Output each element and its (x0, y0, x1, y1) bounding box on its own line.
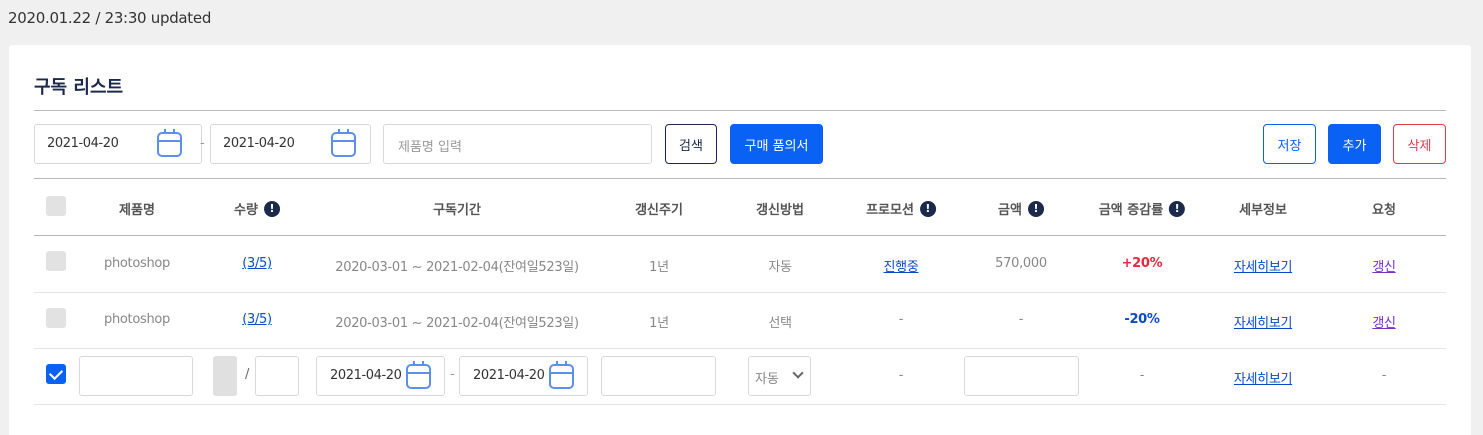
edit-change-rate: - (1139, 368, 1145, 383)
row-details-link[interactable]: 자세히보기 (1234, 256, 1293, 275)
calendar-icon[interactable] (549, 361, 574, 389)
start-date-value: 2021-04-20 (47, 136, 119, 151)
row-product: photoshop (103, 256, 171, 271)
row-details-link[interactable]: 자세히보기 (1234, 312, 1293, 331)
edit-method-select[interactable]: 자동 (748, 356, 811, 396)
row-period: 2020-03-01 ~ 2021-02-04(잔여일523일) (335, 260, 579, 275)
edit-request: - (1381, 368, 1387, 383)
chevron-down-icon (792, 367, 804, 379)
calendar-icon[interactable] (157, 129, 182, 157)
edit-promotion: - (898, 368, 904, 383)
row-renew-link[interactable]: 갱신 (1372, 312, 1396, 331)
search-button[interactable]: 검색 (665, 124, 717, 164)
subscription-card: 구독 리스트 2021-04-20 - 2021-04-20 제품명 입력 검색… (9, 45, 1471, 435)
select-all-checkbox[interactable] (46, 196, 66, 216)
info-icon[interactable]: ! (263, 200, 280, 217)
row-amount: - (1018, 312, 1024, 327)
row-quantity-link[interactable]: (3/5) (242, 312, 272, 327)
col-method: 갱신방법 (756, 203, 804, 218)
purchase-request-button[interactable]: 구매 품의서 (730, 124, 823, 164)
edit-cycle-input[interactable] (601, 356, 716, 396)
delete-button[interactable]: 삭제 (1393, 124, 1446, 164)
col-period: 구독기간 (433, 203, 481, 218)
edit-product-input[interactable] (79, 356, 193, 396)
title-divider (34, 110, 1446, 111)
row-cycle: 1년 (649, 316, 669, 331)
row-promotion: - (898, 312, 904, 327)
calendar-icon[interactable] (331, 129, 356, 157)
row-checkbox[interactable] (46, 308, 66, 328)
end-date-field[interactable]: 2021-04-20 (210, 124, 371, 164)
edit-method-value: 자동 (755, 372, 779, 387)
card-title: 구독 리스트 (34, 77, 124, 98)
row-method: 자동 (768, 260, 792, 275)
col-cycle: 갱신주기 (635, 203, 683, 218)
save-button[interactable]: 저장 (1263, 124, 1316, 164)
row-divider (34, 348, 1446, 349)
product-search-placeholder: 제품명 입력 (398, 140, 462, 155)
start-date-field[interactable]: 2021-04-20 (34, 124, 202, 164)
col-product: 제품명 (119, 203, 155, 218)
edit-quantity-used (213, 356, 237, 396)
header-divider (34, 235, 1446, 236)
edit-details-link[interactable]: 자세히보기 (1234, 368, 1293, 387)
info-icon[interactable]: ! (919, 200, 936, 217)
row-change-rate: +20% (1121, 256, 1163, 271)
edit-row-checkbox[interactable] (46, 364, 66, 384)
col-amount: 금액! (998, 199, 1044, 218)
col-details: 세부정보 (1239, 203, 1287, 218)
product-search-input[interactable]: 제품명 입력 (383, 124, 652, 164)
row-change-rate: -20% (1124, 312, 1160, 327)
info-icon[interactable]: ! (1169, 200, 1186, 217)
row-cycle: 1년 (649, 260, 669, 275)
edit-end-date-field[interactable]: 2021-04-20 (459, 356, 588, 396)
row-divider (34, 292, 1446, 293)
edit-date-separator: - (450, 367, 455, 382)
row-amount: 570,000 (995, 256, 1047, 271)
updated-timestamp: 2020.01.22 / 23:30 updated (8, 9, 212, 27)
row-period: 2020-03-01 ~ 2021-02-04(잔여일523일) (335, 316, 579, 331)
row-divider (34, 404, 1446, 405)
edit-start-date-field[interactable]: 2021-04-20 (316, 356, 445, 396)
add-button[interactable]: 추가 (1328, 124, 1381, 164)
row-quantity-link[interactable]: (3/5) (242, 256, 272, 271)
quantity-slash: / (244, 367, 250, 382)
edit-amount-input[interactable] (964, 356, 1079, 396)
edit-end-date-value: 2021-04-20 (473, 368, 545, 383)
col-request: 요청 (1372, 203, 1396, 218)
col-change-rate: 금액 증감률! (1099, 199, 1186, 218)
date-separator: - (200, 136, 205, 151)
col-promotion: 프로모션! (866, 199, 936, 218)
edit-quantity-total-input[interactable] (255, 356, 299, 396)
edit-start-date-value: 2021-04-20 (330, 368, 402, 383)
info-icon[interactable]: ! (1027, 200, 1044, 217)
row-promotion-link[interactable]: 진행중 (884, 256, 919, 275)
row-method: 선택 (768, 316, 792, 331)
col-quantity: 수량! (234, 199, 280, 218)
row-renew-link[interactable]: 갱신 (1372, 256, 1396, 275)
calendar-icon[interactable] (406, 361, 431, 389)
row-product: photoshop (103, 312, 171, 327)
end-date-value: 2021-04-20 (223, 136, 295, 151)
row-checkbox[interactable] (46, 251, 66, 271)
table-top-border (34, 178, 1446, 179)
